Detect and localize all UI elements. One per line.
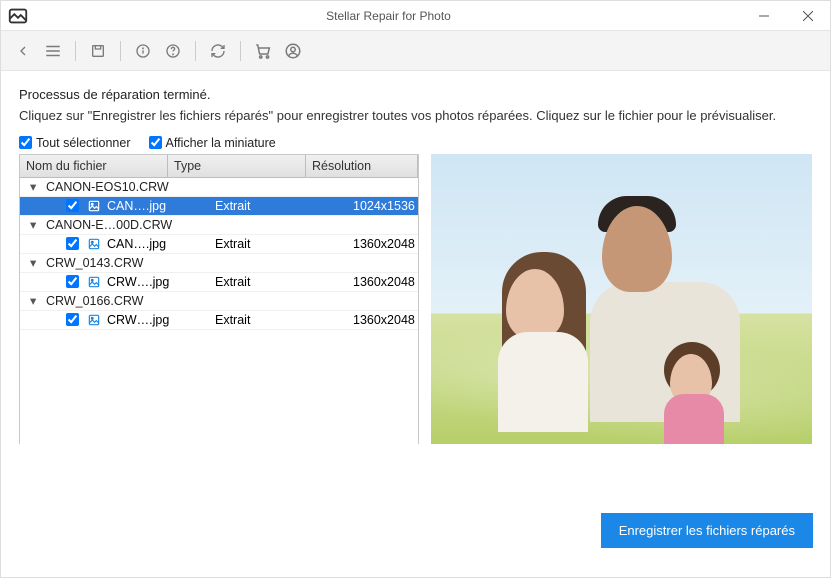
help-button[interactable] (159, 37, 187, 65)
info-button[interactable] (129, 37, 157, 65)
header-resolution[interactable]: Résolution (306, 155, 418, 177)
chevron-down-icon: ▾ (30, 255, 40, 270)
cell-type: Extrait (209, 237, 347, 251)
toolbar-separator (120, 41, 121, 61)
cell-type: Extrait (209, 313, 347, 327)
toolbar-separator (195, 41, 196, 61)
close-button[interactable] (786, 1, 830, 31)
select-all-label: Tout sélectionner (36, 136, 131, 150)
cell-filename: CAN….jpg (107, 199, 209, 213)
refresh-button[interactable] (204, 37, 232, 65)
show-thumb-checkbox[interactable]: Afficher la miniature (149, 136, 276, 150)
table-parent-row[interactable]: ▾ CANON-E…00D.CRW (20, 216, 418, 235)
image-file-icon (87, 237, 101, 251)
toolbar-separator (240, 41, 241, 61)
parent-filename: CRW_0143.CRW (46, 256, 144, 270)
table-body: ▾CANON-EOS10.CRWCAN….jpgExtrait1024x1536… (20, 178, 418, 330)
row-checkbox[interactable] (66, 275, 79, 288)
footer: Enregistrer les fichiers réparés (601, 513, 813, 548)
cell-type: Extrait (209, 275, 347, 289)
file-table: Nom du fichier Type Résolution ▾ CANON-EO… (19, 154, 419, 444)
user-button[interactable] (279, 37, 307, 65)
image-file-icon (87, 275, 101, 289)
row-checkbox[interactable] (66, 199, 79, 212)
show-thumb-input[interactable] (149, 136, 162, 149)
save-repaired-button[interactable]: Enregistrer les fichiers réparés (601, 513, 813, 548)
parent-filename: CANON-E…00D.CRW (46, 218, 172, 232)
table-child-row[interactable]: CAN….jpgExtrait1360x2048 (20, 235, 418, 254)
parent-filename: CANON-EOS10.CRW (46, 180, 169, 194)
header-type[interactable]: Type (168, 155, 306, 177)
header-name[interactable]: Nom du fichier (20, 155, 168, 177)
app-logo-icon (7, 5, 29, 27)
show-thumb-label: Afficher la miniature (166, 136, 276, 150)
cell-resolution: 1024x1536 (347, 199, 418, 213)
table-header: Nom du fichier Type Résolution (20, 155, 418, 178)
image-file-icon (87, 313, 101, 327)
row-checkbox[interactable] (66, 313, 79, 326)
table-child-row[interactable]: CRW….jpgExtrait1360x2048 (20, 273, 418, 292)
table-child-row[interactable]: CRW….jpgExtrait1360x2048 (20, 311, 418, 330)
top-checks: Tout sélectionner Afficher la miniature (19, 136, 812, 150)
minimize-button[interactable] (742, 1, 786, 31)
table-parent-row[interactable]: ▾ CANON-EOS10.CRW (20, 178, 418, 197)
status-description: Cliquez sur "Enregistrer les fichiers ré… (19, 106, 812, 126)
chevron-down-icon: ▾ (30, 179, 40, 194)
table-child-row[interactable]: CAN….jpgExtrait1024x1536 (20, 197, 418, 216)
window-title: Stellar Repair for Photo (35, 9, 742, 23)
status-title: Processus de réparation terminé. (19, 87, 812, 102)
chevron-down-icon: ▾ (30, 293, 40, 308)
table-parent-row[interactable]: ▾ CRW_0143.CRW (20, 254, 418, 273)
cell-type: Extrait (209, 199, 347, 213)
cell-resolution: 1360x2048 (347, 275, 418, 289)
image-file-icon (87, 199, 101, 213)
select-all-checkbox[interactable]: Tout sélectionner (19, 136, 131, 150)
preview-pane[interactable] (431, 154, 812, 444)
chevron-down-icon: ▾ (30, 217, 40, 232)
parent-filename: CRW_0166.CRW (46, 294, 144, 308)
save-button-toolbar[interactable] (84, 37, 112, 65)
title-bar: Stellar Repair for Photo (1, 1, 830, 31)
cell-filename: CRW….jpg (107, 313, 209, 327)
menu-button[interactable] (39, 37, 67, 65)
cart-button[interactable] (249, 37, 277, 65)
select-all-input[interactable] (19, 136, 32, 149)
main-content: Processus de réparation terminé. Cliquez… (1, 71, 830, 444)
cell-resolution: 1360x2048 (347, 237, 418, 251)
toolbar (1, 31, 830, 71)
cell-resolution: 1360x2048 (347, 313, 418, 327)
cell-filename: CRW….jpg (107, 275, 209, 289)
back-button[interactable] (9, 37, 37, 65)
preview-image (431, 154, 812, 444)
table-parent-row[interactable]: ▾ CRW_0166.CRW (20, 292, 418, 311)
cell-filename: CAN….jpg (107, 237, 209, 251)
toolbar-separator (75, 41, 76, 61)
row-checkbox[interactable] (66, 237, 79, 250)
